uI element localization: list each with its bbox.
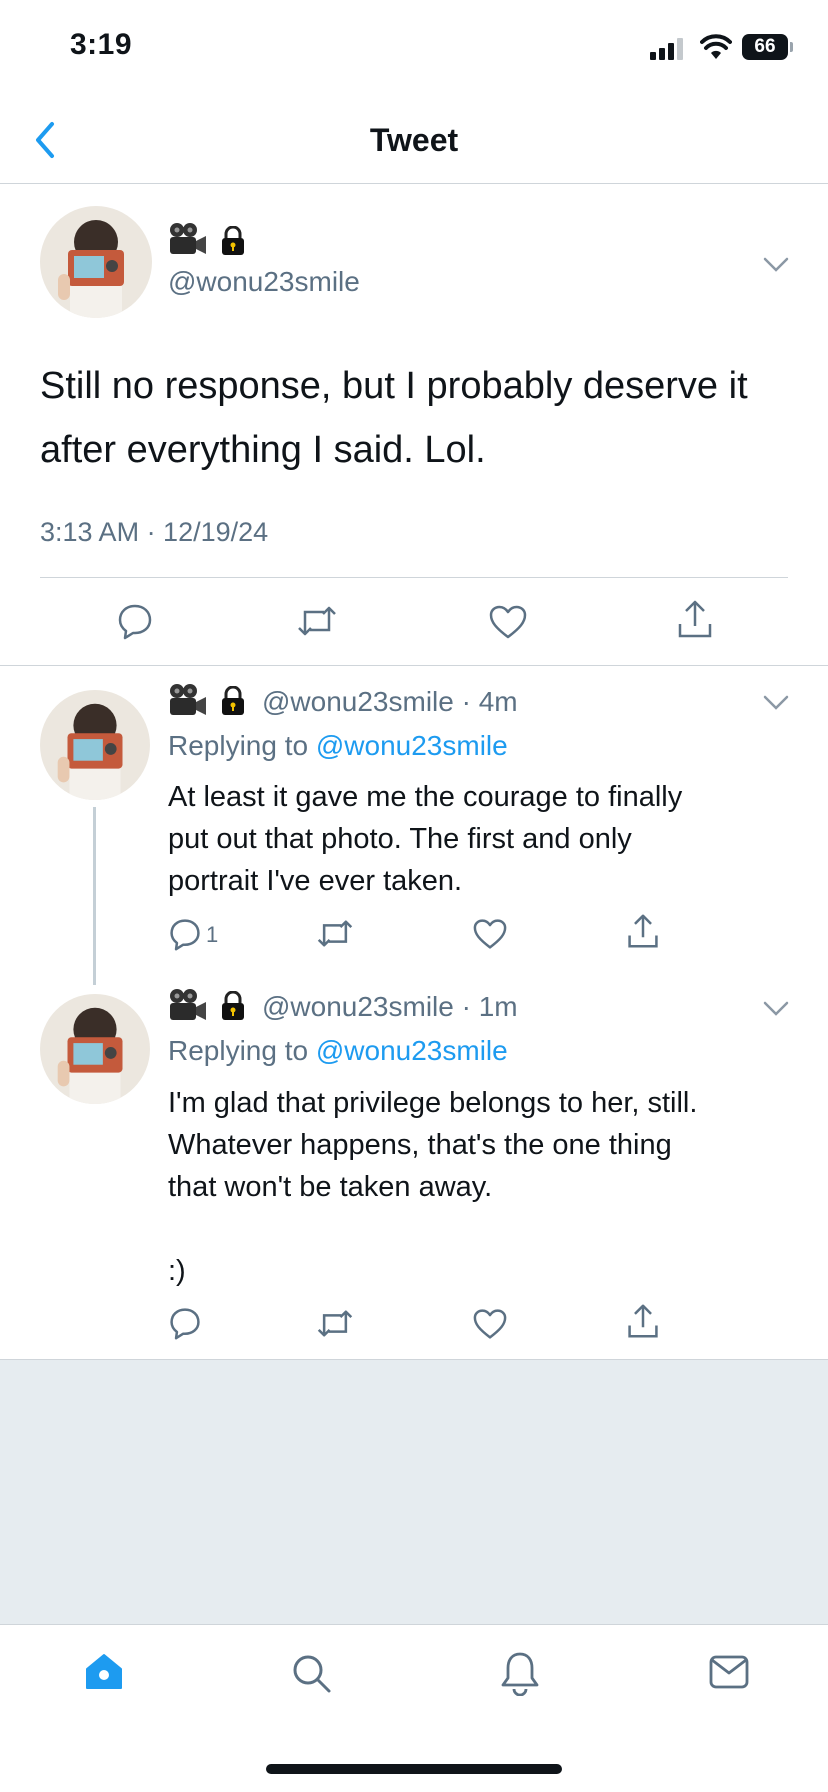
home-indicator xyxy=(266,1764,562,1774)
share-icon[interactable] xyxy=(626,1302,660,1340)
timeline-empty-area xyxy=(0,1360,828,1624)
reply-handle[interactable]: @wonu23smile xyxy=(262,686,454,717)
reply-count: 1 xyxy=(206,922,219,947)
like-icon[interactable] xyxy=(472,918,508,950)
reply-time: · 1m xyxy=(461,991,518,1022)
header-divider xyxy=(0,183,828,184)
reply-meta: @wonu23smile · 1m xyxy=(262,991,518,1023)
replying-to-handle[interactable]: @wonu23smile xyxy=(316,730,508,761)
reply-time: · 4m xyxy=(461,686,518,717)
movie-camera-icon xyxy=(170,989,206,1020)
reply-icon[interactable] xyxy=(168,917,202,951)
search-icon[interactable] xyxy=(290,1652,332,1694)
like-icon[interactable] xyxy=(488,604,528,640)
reply-text-line: portrait I've ever taken. xyxy=(168,865,463,897)
reply-text-line: that won't be taken away. xyxy=(168,1171,493,1203)
reply-icon[interactable] xyxy=(168,1306,202,1340)
share-icon[interactable] xyxy=(626,912,660,950)
main-tweet-timestamp: 3:13 AM · 12/19/24 xyxy=(40,517,269,547)
chevron-down-icon[interactable] xyxy=(762,1000,790,1018)
reply-text-line: I'm glad that privilege belongs to her, … xyxy=(168,1087,698,1119)
like-icon[interactable] xyxy=(472,1308,508,1340)
lock-icon xyxy=(222,991,244,1020)
reply-text-line: put out that photo. The first and only xyxy=(168,823,632,855)
lock-icon xyxy=(222,686,244,715)
chevron-down-icon[interactable] xyxy=(762,256,790,274)
retweet-icon[interactable] xyxy=(316,1308,354,1339)
reply-text: I'm glad that privilege belongs to her, … xyxy=(168,1082,788,1292)
reply-icon[interactable] xyxy=(116,602,154,640)
thread-connector xyxy=(93,807,96,985)
replying-to: Replying to @wonu23smile xyxy=(168,1035,508,1067)
movie-camera-icon xyxy=(170,223,206,254)
notifications-icon[interactable] xyxy=(500,1650,540,1696)
cellular-signal-icon xyxy=(650,36,690,60)
main-tweet-handle[interactable]: @wonu23smile xyxy=(168,266,360,298)
reply-text-line xyxy=(168,1208,788,1250)
retweet-icon[interactable] xyxy=(296,604,338,638)
chevron-down-icon[interactable] xyxy=(762,694,790,712)
reply-handle[interactable]: @wonu23smile xyxy=(262,991,454,1022)
movie-camera-icon xyxy=(170,684,206,715)
replying-to: Replying to @wonu23smile xyxy=(168,730,508,762)
battery-tip xyxy=(790,42,793,52)
tab-bar-divider xyxy=(0,1624,828,1625)
avatar[interactable] xyxy=(40,690,150,800)
messages-icon[interactable] xyxy=(708,1654,750,1690)
replying-to-label: Replying to xyxy=(168,730,309,761)
replying-to-label: Replying to xyxy=(168,1035,309,1066)
avatar[interactable] xyxy=(40,994,150,1104)
replying-to-handle[interactable]: @wonu23smile xyxy=(316,1035,508,1066)
reply-text-line: At least it gave me the courage to final… xyxy=(168,781,683,813)
main-tweet-text: Still no response, but I probably deserv… xyxy=(40,365,748,471)
wifi-icon xyxy=(700,34,732,59)
reply-text-line: Whatever happens, that's the one thing xyxy=(168,1129,672,1161)
status-bar-time: 3:19 xyxy=(70,28,133,61)
reply-text-line: :) xyxy=(168,1255,186,1287)
avatar[interactable] xyxy=(40,206,152,318)
battery-level: 66 xyxy=(742,34,788,60)
main-tweet-bottom-divider xyxy=(0,665,828,666)
retweet-icon[interactable] xyxy=(316,918,354,949)
main-tweet-divider xyxy=(40,577,788,578)
share-icon[interactable] xyxy=(676,598,714,640)
page-title: Tweet xyxy=(369,122,459,158)
home-icon[interactable] xyxy=(84,1652,124,1692)
reply-text: At least it gave me the courage to final… xyxy=(168,776,788,902)
reply-meta: @wonu23smile · 4m xyxy=(262,686,518,718)
lock-icon xyxy=(222,226,244,255)
